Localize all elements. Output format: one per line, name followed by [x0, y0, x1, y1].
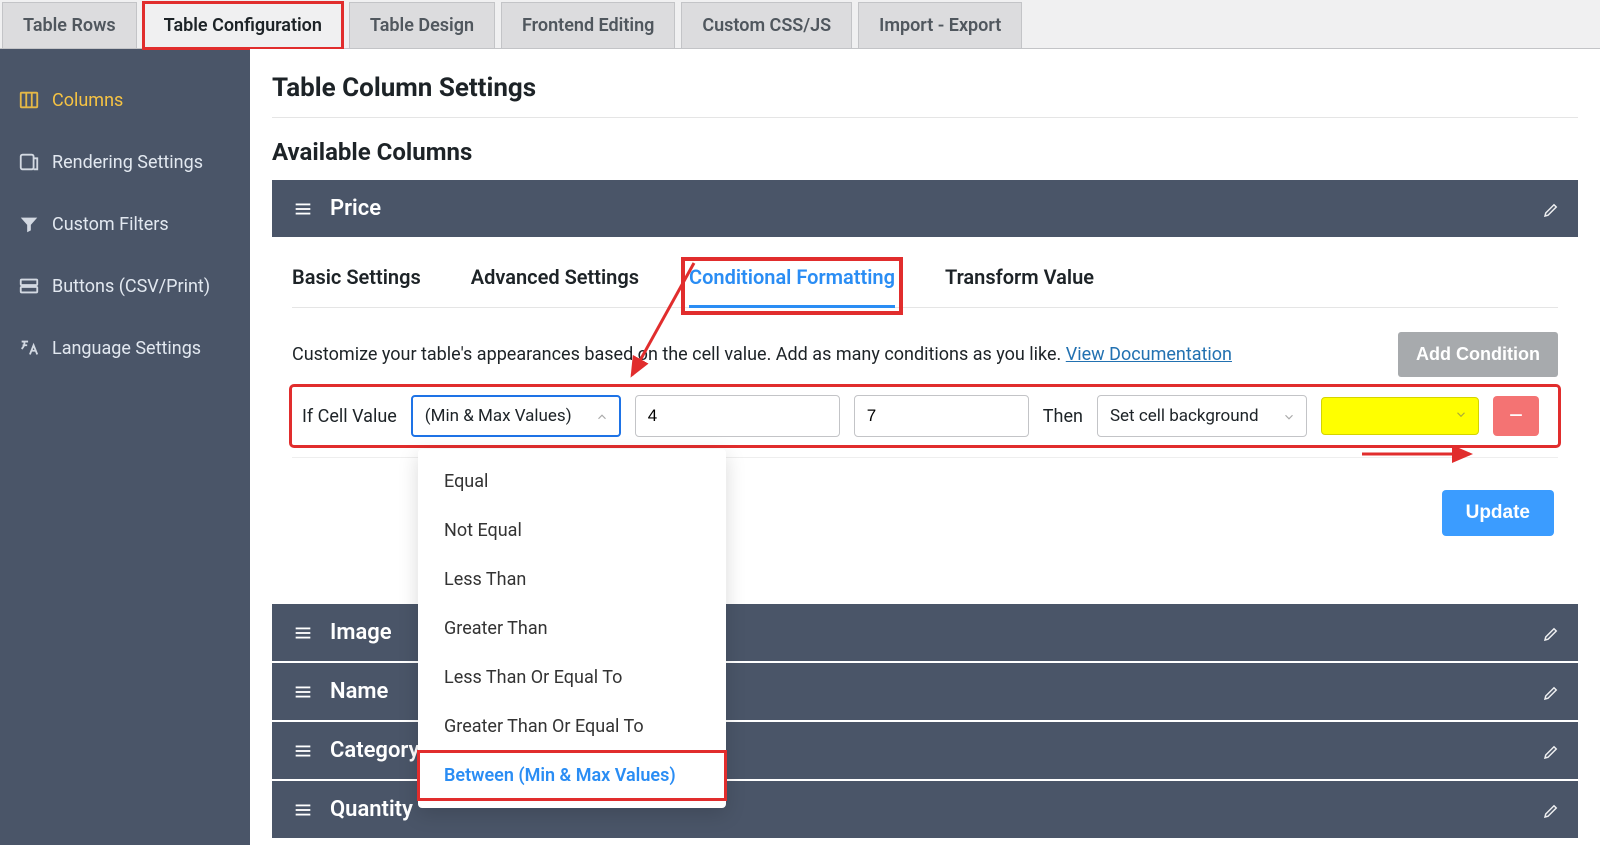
operator-option-lte[interactable]: Less Than Or Equal To — [418, 653, 726, 702]
chevron-down-icon — [1282, 409, 1296, 423]
action-value: Set cell background — [1110, 406, 1259, 426]
drag-handle-icon[interactable] — [292, 622, 314, 644]
render-icon — [18, 151, 40, 173]
update-button[interactable]: Update — [1442, 490, 1554, 536]
column-head-price[interactable]: Price — [272, 180, 1578, 237]
drag-handle-icon[interactable] — [292, 799, 314, 821]
sidebar-item-rendering[interactable]: Rendering Settings — [0, 131, 250, 193]
tab-frontend-editing[interactable]: Frontend Editing — [501, 2, 675, 49]
sidebar-item-filters[interactable]: Custom Filters — [0, 193, 250, 255]
pencil-icon[interactable] — [1542, 624, 1560, 642]
min-value-input[interactable] — [635, 395, 840, 437]
pencil-icon[interactable] — [1542, 742, 1560, 760]
page-title: Table Column Settings — [272, 73, 1578, 118]
pencil-icon[interactable] — [1542, 801, 1560, 819]
sidebar-item-label: Columns — [52, 90, 123, 111]
tab-custom-css-js[interactable]: Custom CSS/JS — [681, 2, 852, 49]
inner-tab-basic[interactable]: Basic Settings — [292, 265, 421, 307]
tab-table-rows[interactable]: Table Rows — [2, 2, 137, 49]
operator-select[interactable]: (Min & Max Values) — [411, 395, 621, 437]
drag-handle-icon[interactable] — [292, 198, 314, 220]
doc-link[interactable]: View Documentation — [1066, 344, 1232, 365]
remove-condition-button[interactable]: − — [1493, 396, 1539, 436]
inner-tab-conditional[interactable]: Conditional Formatting — [689, 265, 895, 307]
drag-handle-icon[interactable] — [292, 740, 314, 762]
then-label: Then — [1043, 406, 1083, 427]
main-panel: Table Column Settings Available Columns … — [250, 49, 1600, 845]
operator-dropdown: Equal Not Equal Less Than Greater Than L… — [418, 449, 726, 808]
config-sidebar: Columns Rendering Settings Custom Filter… — [0, 49, 250, 845]
top-tabs: Table Rows Table Configuration Table Des… — [0, 0, 1600, 48]
operator-option-gt[interactable]: Greater Than — [418, 604, 726, 653]
sidebar-item-label: Rendering Settings — [52, 152, 203, 173]
max-value-input[interactable] — [854, 395, 1029, 437]
action-select[interactable]: Set cell background — [1097, 395, 1307, 437]
condition-row: If Cell Value (Min & Max Values) Then Se… — [292, 387, 1558, 445]
language-icon — [18, 337, 40, 359]
sidebar-item-columns[interactable]: Columns — [0, 69, 250, 131]
add-condition-button[interactable]: Add Condition — [1398, 332, 1558, 377]
operator-option-notequal[interactable]: Not Equal — [418, 506, 726, 555]
inner-tab-advanced[interactable]: Advanced Settings — [471, 265, 639, 307]
sidebar-item-label: Custom Filters — [52, 214, 169, 235]
column-title: Quantity — [330, 797, 413, 822]
drag-handle-icon[interactable] — [292, 681, 314, 703]
column-panel-body: Basic Settings Advanced Settings Conditi… — [272, 237, 1578, 598]
operator-option-gte[interactable]: Greater Than Or Equal To — [418, 702, 726, 751]
columns-icon — [18, 89, 40, 111]
tab-table-design[interactable]: Table Design — [349, 2, 495, 49]
column-title: Name — [330, 679, 388, 704]
column-title: Image — [330, 620, 392, 645]
chevron-up-icon — [595, 409, 609, 423]
if-label: If Cell Value — [302, 406, 397, 427]
column-title: Price — [330, 196, 381, 221]
section-title: Available Columns — [272, 138, 1578, 166]
operator-option-lt[interactable]: Less Than — [418, 555, 726, 604]
inner-tab-transform[interactable]: Transform Value — [945, 265, 1094, 307]
column-inner-tabs: Basic Settings Advanced Settings Conditi… — [292, 265, 1558, 308]
filter-icon — [18, 213, 40, 235]
help-text: Customize your table's appearances based… — [292, 344, 1232, 365]
chevron-down-icon — [1454, 407, 1468, 426]
operator-option-equal[interactable]: Equal — [418, 457, 726, 506]
pencil-icon[interactable] — [1542, 683, 1560, 701]
buttons-icon — [18, 275, 40, 297]
tab-import-export[interactable]: Import - Export — [858, 2, 1022, 49]
column-title: Category — [330, 738, 419, 763]
operator-value: (Min & Max Values) — [425, 406, 572, 426]
sidebar-item-label: Buttons (CSV/Print) — [52, 276, 210, 297]
pencil-icon[interactable] — [1542, 200, 1560, 218]
sidebar-item-language[interactable]: Language Settings — [0, 317, 250, 379]
sidebar-item-label: Language Settings — [52, 338, 201, 359]
tab-table-configuration[interactable]: Table Configuration — [143, 2, 343, 49]
sidebar-item-buttons[interactable]: Buttons (CSV/Print) — [0, 255, 250, 317]
color-picker[interactable] — [1321, 397, 1479, 435]
operator-option-between[interactable]: Between (Min & Max Values) — [418, 751, 726, 800]
